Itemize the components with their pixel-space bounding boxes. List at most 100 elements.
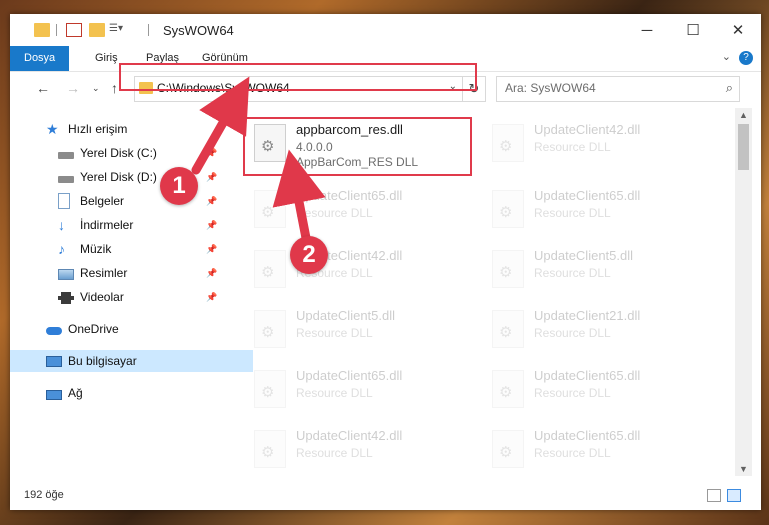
- sidebar-item-label: Yerel Disk (C:): [80, 146, 157, 160]
- file-description: Resource DLL: [296, 326, 373, 340]
- file-tile[interactable]: ⚙ UpdateClient21.dll Resource DLL: [484, 304, 704, 358]
- gear-icon: ⚙: [261, 204, 275, 221]
- details-view-icon[interactable]: [707, 489, 721, 502]
- file-tile[interactable]: ⚙ UpdateClient65.dll Resource DLL: [484, 424, 704, 470]
- sidebar-item-pictures[interactable]: Resimler: [58, 262, 127, 284]
- file-highlight-box: [243, 117, 472, 176]
- dll-file-icon: ⚙: [492, 430, 524, 468]
- callout-1: 1: [160, 167, 198, 205]
- sidebar-item-label: İndirmeler: [80, 218, 134, 232]
- sidebar-item-local-disk-c[interactable]: Yerel Disk (C:): [58, 142, 157, 164]
- dll-file-icon: ⚙: [492, 124, 524, 162]
- scrollbar-thumb[interactable]: [738, 124, 749, 170]
- gear-icon: ⚙: [499, 138, 513, 155]
- sidebar-item-label: Videolar: [80, 290, 124, 304]
- sidebar-item-label: Resimler: [80, 266, 128, 280]
- file-tile[interactable]: ⚙ UpdateClient65.dll Resource DLL: [484, 364, 704, 418]
- file-tile[interactable]: ⚙ UpdateClient42.dll Resource DLL: [246, 424, 466, 470]
- gear-icon: ⚙: [261, 264, 275, 281]
- new-folder-icon[interactable]: [89, 23, 105, 37]
- dll-file-icon: ⚙: [492, 190, 524, 228]
- file-tile[interactable]: ⚙ UpdateClient65.dll Resource DLL: [484, 184, 704, 238]
- file-description: Resource DLL: [534, 386, 611, 400]
- sidebar-item-this-pc[interactable]: Bu bilgisayar: [10, 350, 253, 372]
- sidebar-item-label: Hızlı erişim: [68, 122, 128, 136]
- sidebar-item-documents[interactable]: Belgeler: [58, 190, 124, 212]
- file-name: UpdateClient5.dll: [534, 248, 634, 263]
- pictures-icon: [58, 268, 74, 280]
- file-description: Resource DLL: [296, 206, 373, 220]
- pin-icon[interactable]: 📌: [206, 172, 217, 183]
- file-tile[interactable]: ⚙ UpdateClient65.dll Resource DLL: [246, 364, 466, 418]
- sidebar-item-network[interactable]: Ağ: [46, 382, 83, 404]
- pin-icon[interactable]: 📌: [206, 196, 217, 207]
- dll-file-icon: ⚙: [254, 190, 286, 228]
- properties-icon[interactable]: [66, 23, 82, 37]
- sidebar-item-downloads[interactable]: ↓ İndirmeler: [58, 214, 133, 236]
- cloud-icon: [46, 327, 62, 335]
- file-tile[interactable]: ⚙ UpdateClient42.dll Resource DLL: [484, 118, 704, 172]
- help-icon[interactable]: ?: [739, 51, 753, 65]
- dll-file-icon: ⚙: [254, 310, 286, 348]
- callout-2: 2: [290, 236, 328, 274]
- forward-arrow-icon[interactable]: →: [66, 80, 80, 96]
- sidebar-item-music[interactable]: ♪ Müzik: [58, 238, 111, 260]
- up-arrow-icon[interactable]: ↑: [111, 80, 118, 96]
- file-name: UpdateClient65.dll: [534, 428, 641, 443]
- file-tile[interactable]: ⚙ UpdateClient5.dll Resource DLL: [246, 304, 466, 358]
- tab-dosya[interactable]: Dosya: [10, 46, 70, 71]
- dll-file-icon: ⚙: [492, 310, 524, 348]
- recent-locations-icon[interactable]: ⌄: [92, 83, 100, 94]
- file-tile[interactable]: ⚙ UpdateClient42.dll Resource DLL: [246, 244, 466, 298]
- status-bar: 192 öğe: [10, 480, 761, 510]
- file-description: Resource DLL: [534, 140, 611, 154]
- file-description: Resource DLL: [534, 266, 611, 280]
- scroll-up-icon[interactable]: ▲: [739, 110, 748, 120]
- expand-ribbon-icon[interactable]: ⌄: [722, 50, 731, 63]
- sidebar-item-label: OneDrive: [68, 322, 119, 336]
- search-icon[interactable]: ⌕: [726, 80, 733, 96]
- file-tile[interactable]: ⚙ UpdateClient5.dll Resource DLL: [484, 244, 704, 298]
- gear-icon: ⚙: [261, 444, 275, 461]
- sidebar-item-quick-access[interactable]: ★ Hızlı erişim: [46, 118, 127, 140]
- file-description: Resource DLL: [534, 326, 611, 340]
- gear-icon: ⚙: [261, 384, 275, 401]
- file-description: Resource DLL: [534, 206, 611, 220]
- sidebar-item-label: Belgeler: [80, 194, 125, 208]
- search-placeholder[interactable]: Ara: SysWOW64: [505, 81, 596, 95]
- file-name: UpdateClient5.dll: [296, 308, 396, 323]
- sidebar-item-label: Bu bilgisayar: [68, 354, 137, 368]
- dll-file-icon: ⚙: [492, 370, 524, 408]
- dll-file-icon: ⚙: [254, 370, 286, 408]
- close-button[interactable]: ✕: [715, 14, 761, 46]
- vertical-scrollbar[interactable]: ▲ ▼: [735, 108, 752, 476]
- star-icon: ★: [46, 121, 59, 137]
- sidebar-item-onedrive[interactable]: OneDrive: [46, 318, 119, 340]
- window-title: SysWOW64: [163, 23, 234, 38]
- maximize-button[interactable]: ☐: [670, 14, 716, 46]
- sidebar-item-videos[interactable]: Videolar: [58, 286, 124, 308]
- file-name: UpdateClient42.dll: [296, 428, 403, 443]
- separator: [56, 24, 57, 36]
- download-icon: ↓: [58, 217, 65, 233]
- title-bar: ☰▾ SysWOW64 ─ ☐ ✕: [10, 14, 761, 46]
- scroll-down-icon[interactable]: ▼: [739, 464, 748, 474]
- file-description: Resource DLL: [296, 386, 373, 400]
- music-icon: ♪: [58, 241, 65, 257]
- customize-toolbar-icon[interactable]: ☰▾: [109, 23, 127, 37]
- pin-icon[interactable]: 📌: [206, 220, 217, 231]
- sidebar-item-label: Yerel Disk (D:): [80, 170, 157, 184]
- dll-file-icon: ⚙: [492, 250, 524, 288]
- back-arrow-icon[interactable]: ←: [36, 80, 50, 96]
- file-tile[interactable]: ⚙ UpdateClient65.dll Resource DLL: [246, 184, 466, 238]
- tiles-view-icon[interactable]: [727, 489, 741, 502]
- search-box[interactable]: Ara: SysWOW64 ⌕: [496, 76, 740, 102]
- sidebar-item-local-disk-d[interactable]: Yerel Disk (D:): [58, 166, 157, 188]
- minimize-button[interactable]: ─: [624, 14, 670, 46]
- pin-icon[interactable]: 📌: [206, 292, 217, 303]
- pin-icon[interactable]: 📌: [206, 244, 217, 255]
- dll-file-icon: ⚙: [254, 250, 286, 288]
- file-name: UpdateClient42.dll: [534, 122, 641, 137]
- pin-icon[interactable]: 📌: [206, 268, 217, 279]
- pin-icon[interactable]: 📌: [206, 148, 217, 159]
